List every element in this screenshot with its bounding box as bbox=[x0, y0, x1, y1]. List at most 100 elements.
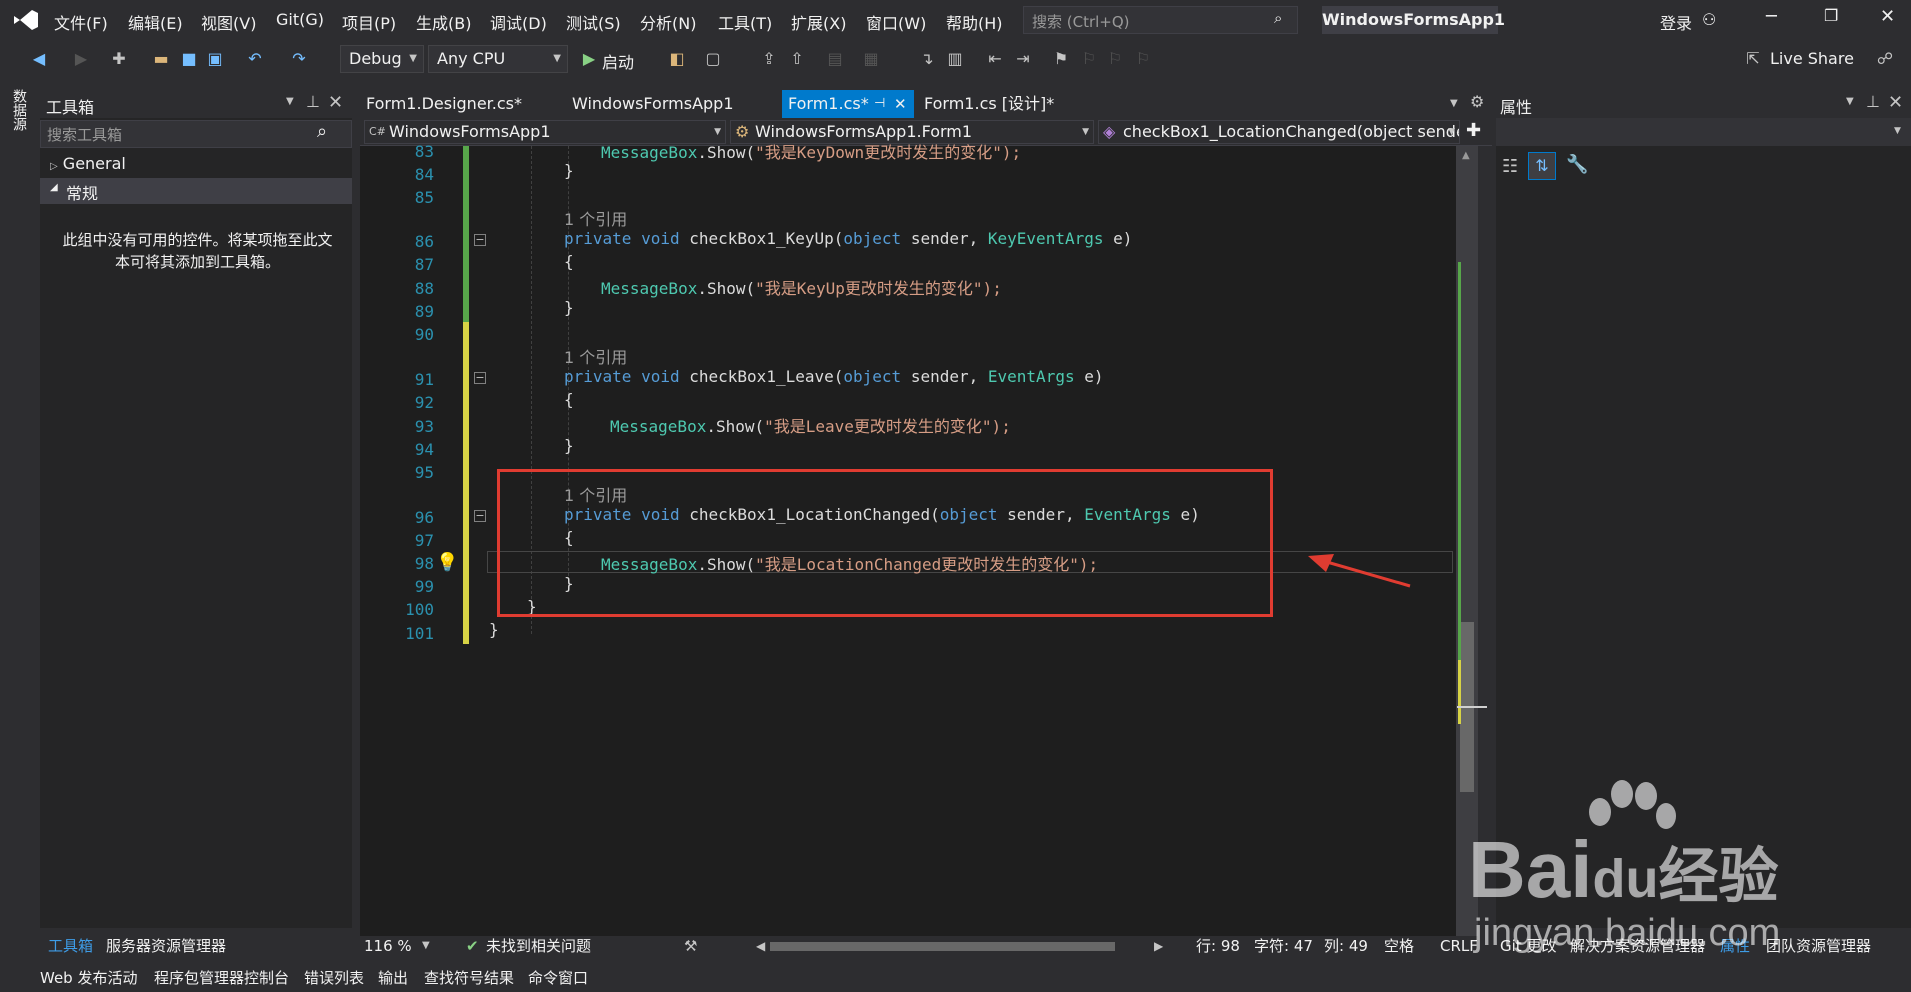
collapse-icon[interactable]: − bbox=[474, 372, 486, 384]
menu-git[interactable]: Git(G) bbox=[276, 10, 324, 29]
outdent-icon[interactable]: ⇤ bbox=[986, 50, 1004, 68]
scroll-up-icon[interactable]: ▲ bbox=[1462, 150, 1470, 161]
save-all-icon[interactable]: ▣ bbox=[206, 50, 224, 68]
toolbox-group-general[interactable]: ▷ General bbox=[50, 154, 126, 173]
tab-form1-designer-cs[interactable]: Form1.Designer.cs* bbox=[360, 90, 550, 118]
zoom-level[interactable]: 116 % bbox=[364, 936, 412, 956]
menu-window[interactable]: 窗口(W) bbox=[866, 10, 926, 34]
start-icon[interactable]: ▶ bbox=[580, 50, 598, 68]
tab-find-symbol[interactable]: 查找符号结果 bbox=[424, 968, 514, 988]
close-window-button[interactable]: ✕ bbox=[1880, 6, 1895, 27]
minimize-button[interactable]: ─ bbox=[1766, 6, 1777, 27]
start-button[interactable]: 启动 bbox=[602, 49, 634, 73]
pin-icon[interactable]: ⊣ bbox=[874, 90, 885, 118]
platform-select[interactable]: Any CPU ▼ bbox=[428, 45, 568, 73]
tab-server-explorer[interactable]: 服务器资源管理器 bbox=[106, 936, 226, 956]
publish-icon[interactable]: ⇪ bbox=[760, 50, 778, 68]
chevron-down-icon[interactable]: ▼ bbox=[422, 936, 430, 956]
close-icon[interactable]: ✕ bbox=[328, 92, 343, 113]
navigation-bar: C# WindowsFormsApp1 ▼ ⚙ WindowsFormsApp1… bbox=[360, 118, 1492, 146]
menu-analyze[interactable]: 分析(N) bbox=[640, 10, 696, 34]
chevron-down-icon[interactable]: ▼ bbox=[1450, 98, 1458, 109]
check-circle-icon: ✔ bbox=[466, 937, 479, 955]
close-icon[interactable]: ✕ bbox=[1888, 92, 1903, 113]
prev-bookmark-icon[interactable]: ⚐ bbox=[1080, 50, 1098, 68]
keyword-token: void bbox=[641, 367, 680, 386]
tab-windowsformsapp1[interactable]: WindowsFormsApp1 bbox=[566, 90, 742, 118]
alphabetical-icon[interactable]: ⇅ bbox=[1528, 152, 1556, 180]
account-icon[interactable]: ⚇ bbox=[1702, 10, 1716, 29]
configuration-select[interactable]: Debug ▼ bbox=[340, 45, 424, 73]
class-dropdown[interactable]: ⚙ WindowsFormsApp1.Form1 ▼ bbox=[730, 120, 1094, 144]
indent-icon[interactable]: ⇥ bbox=[1014, 50, 1032, 68]
redo-icon[interactable]: ↷ bbox=[290, 50, 308, 68]
screenshot-icon[interactable]: ▢ bbox=[704, 50, 722, 68]
tab-error-list[interactable]: 错误列表 bbox=[304, 968, 364, 988]
live-share-button[interactable]: Live Share bbox=[1770, 49, 1854, 68]
scroll-left-icon[interactable]: ◀ bbox=[756, 936, 765, 956]
menu-extensions[interactable]: 扩展(X) bbox=[791, 10, 846, 34]
menu-view[interactable]: 视图(V) bbox=[201, 10, 256, 34]
gear-icon[interactable]: ⚙ bbox=[1470, 92, 1484, 111]
tab-web-publish[interactable]: Web 发布活动 bbox=[40, 968, 137, 988]
comment-icon[interactable]: ▦ bbox=[862, 50, 880, 68]
brush-icon[interactable]: ⚒ bbox=[684, 936, 697, 956]
horizontal-scrollbar-thumb[interactable] bbox=[770, 942, 1115, 951]
browse-icon[interactable]: ◧ bbox=[668, 50, 686, 68]
menu-build[interactable]: 生成(B) bbox=[416, 10, 471, 34]
project-dropdown[interactable]: C# WindowsFormsApp1 ▼ bbox=[364, 120, 726, 144]
back-icon[interactable]: ◀ bbox=[30, 50, 48, 68]
codelens-references[interactable]: 1 个引用 bbox=[564, 206, 627, 230]
pin-icon[interactable]: ⊥ bbox=[306, 92, 320, 111]
split-editor-icon[interactable]: ✚ bbox=[1466, 120, 1481, 141]
clear-bookmarks-icon[interactable]: ⚐ bbox=[1134, 50, 1152, 68]
login-button[interactable]: 登录 bbox=[1660, 10, 1692, 34]
tab-package-manager[interactable]: 程序包管理器控制台 bbox=[154, 968, 289, 988]
feedback-icon[interactable]: ☍ bbox=[1876, 50, 1894, 68]
menu-help[interactable]: 帮助(H) bbox=[946, 10, 1003, 34]
menu-test[interactable]: 测试(S) bbox=[566, 10, 621, 34]
member-dropdown[interactable]: ◈ checkBox1_LocationChanged(object sende… bbox=[1098, 120, 1460, 144]
bookmark-icon[interactable]: ⚑ bbox=[1052, 50, 1070, 68]
property-pages-icon[interactable]: 🔧 bbox=[1566, 154, 1588, 175]
menu-file[interactable]: 文件(F) bbox=[54, 10, 108, 34]
search-input[interactable]: 搜索 (Ctrl+Q) ⌕ bbox=[1023, 6, 1298, 34]
data-sources-tab[interactable]: 数据源 bbox=[10, 89, 27, 131]
tab-toolbox[interactable]: 工具箱 bbox=[48, 936, 93, 956]
publish-all-icon[interactable]: ⇧ bbox=[788, 50, 806, 68]
tab-output[interactable]: 输出 bbox=[378, 968, 408, 988]
issues-status[interactable]: 未找到相关问题 bbox=[486, 936, 591, 956]
pin-icon[interactable]: ⊥ bbox=[1866, 92, 1880, 111]
tab-command-window[interactable]: 命令窗口 bbox=[528, 968, 588, 988]
collapse-icon[interactable]: − bbox=[474, 510, 486, 522]
menu-edit[interactable]: 编辑(E) bbox=[128, 10, 183, 34]
new-project-icon[interactable]: ✚ bbox=[110, 50, 128, 68]
tab-form1-cs-design[interactable]: Form1.cs [设计]* bbox=[918, 90, 1068, 118]
scroll-right-icon[interactable]: ▶ bbox=[1154, 936, 1163, 956]
save-icon[interactable]: ■ bbox=[180, 50, 198, 68]
undo-icon[interactable]: ↶ bbox=[246, 50, 264, 68]
codelens-references[interactable]: 1 个引用 bbox=[564, 344, 627, 368]
toolbox-group-common[interactable]: ◢ 常规 bbox=[40, 178, 352, 204]
menu-tools[interactable]: 工具(T) bbox=[718, 10, 772, 34]
restore-button[interactable]: ❐ bbox=[1824, 6, 1838, 25]
forward-icon[interactable]: ▶ bbox=[72, 50, 90, 68]
properties-object-selector[interactable]: ▼ bbox=[1496, 118, 1911, 146]
lightbulb-icon[interactable]: 💡 bbox=[436, 552, 458, 573]
whitespace-mode[interactable]: 空格 bbox=[1384, 936, 1414, 956]
toolbox-search-input[interactable]: 搜索工具箱 ⌕ bbox=[40, 120, 352, 148]
chevron-down-icon[interactable]: ▼ bbox=[1846, 96, 1854, 107]
align-icon[interactable]: ▥ bbox=[946, 50, 964, 68]
step-icon[interactable]: ↴ bbox=[918, 50, 936, 68]
tab-form1-cs[interactable]: Form1.cs* ⊣ ✕ bbox=[782, 90, 914, 118]
menu-debug[interactable]: 调试(D) bbox=[490, 10, 547, 34]
next-bookmark-icon[interactable]: ⚐ bbox=[1106, 50, 1124, 68]
collapse-icon[interactable]: − bbox=[474, 234, 486, 246]
categorized-icon[interactable]: ☷ bbox=[1502, 156, 1518, 177]
menu-project[interactable]: 项目(P) bbox=[342, 10, 396, 34]
format-icon[interactable]: ▤ bbox=[826, 50, 844, 68]
close-icon[interactable]: ✕ bbox=[894, 90, 907, 118]
live-share-icon[interactable]: ⇱ bbox=[1744, 50, 1762, 68]
chevron-down-icon[interactable]: ▼ bbox=[286, 96, 294, 107]
open-folder-icon[interactable]: ▬ bbox=[152, 50, 170, 68]
